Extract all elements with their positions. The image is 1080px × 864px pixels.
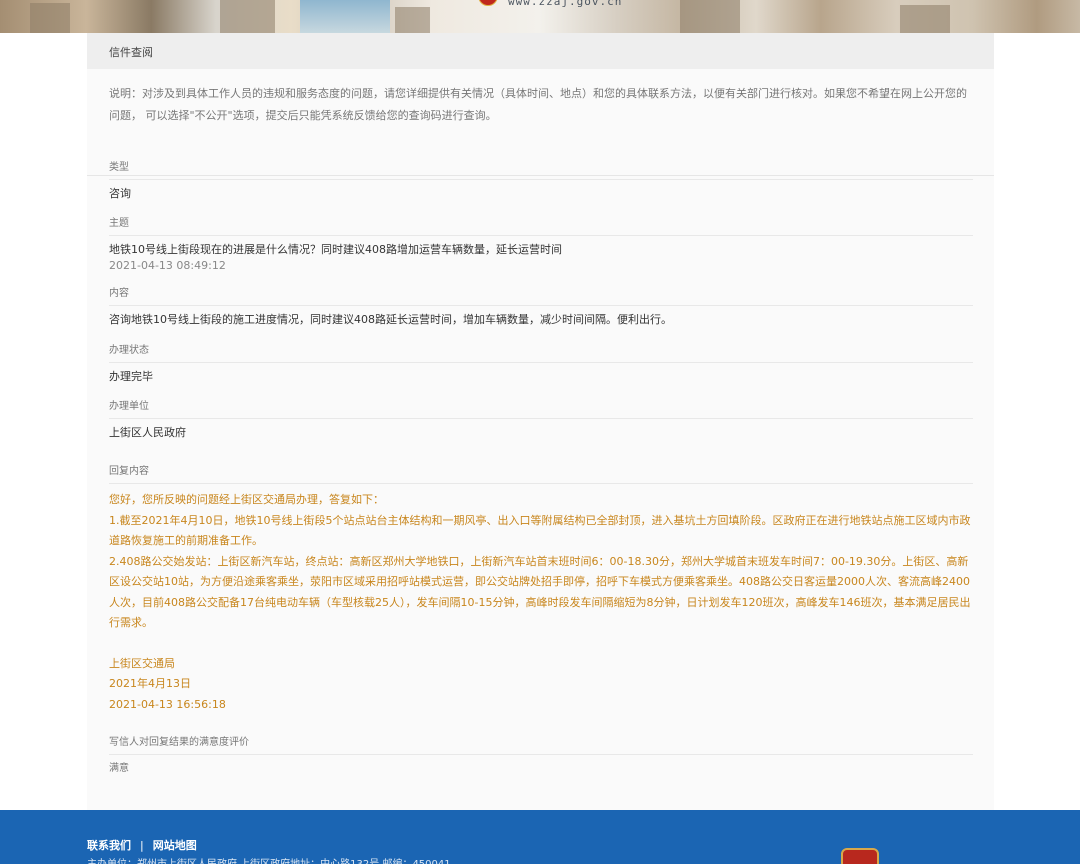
banner-building	[220, 0, 275, 33]
banner-building	[30, 3, 70, 33]
banner-building	[680, 0, 740, 33]
field-status-value: 办理完毕	[109, 370, 153, 383]
reply-line: 2.408路公交始发站：上街区新汽车站，终点站：高新区郑州大学地铁口，上街新汽车…	[109, 554, 971, 630]
banner-building	[395, 7, 430, 33]
reply-content: 您好，您所反映的问题经上街区交通局办理，答复如下： 1.截至2021年4月10日…	[109, 484, 973, 715]
contact-link[interactable]: 联系我们	[87, 839, 131, 852]
reply-sign-date: 2021年4月13日	[109, 677, 191, 690]
reply-timestamp: 2021-04-13 16:56:18	[109, 697, 226, 711]
field-status: 办理状态 办理完毕	[109, 341, 973, 385]
field-reply: 回复内容 您好，您所反映的问题经上街区交通局办理，答复如下： 1.截至2021年…	[109, 462, 973, 715]
reply-line: 您好，您所反映的问题经上街区交通局办理，答复如下：	[109, 493, 384, 506]
footer: 联系我们 | 网站地图 主办单位：郑州市上街区人民政府 上街区政府地址：中心路132…	[0, 810, 1080, 864]
field-type-label: 类型	[109, 158, 973, 180]
field-status-label: 办理状态	[109, 341, 973, 363]
panel-title: 信件查阅	[87, 33, 994, 69]
field-unit-value: 上街区人民政府	[109, 426, 186, 439]
field-content-label: 内容	[109, 284, 973, 306]
footer-separator: |	[140, 839, 144, 852]
field-type-value: 咨询	[109, 187, 131, 200]
field-subject-value: 地铁10号线上街段现在的进展是什么情况？同时建议408路增加运营车辆数量，延长运…	[109, 243, 562, 256]
emblem-icon	[478, 0, 498, 6]
field-content: 内容 咨询地铁10号线上街段的施工进度情况，同时建议408路延长运营时间，增加车…	[109, 284, 973, 328]
field-unit-label: 办理单位	[109, 397, 973, 419]
banner-url: www.zzaj.gov.cn	[508, 0, 623, 8]
field-content-value: 咨询地铁10号线上街段的施工进度情况，同时建议408路延长运营时间，增加车辆数量…	[109, 313, 672, 326]
reply-line: 1.截至2021年4月10日，地铁10号线上街段5个站点站台主体结构和一期风亭、…	[109, 513, 971, 548]
letter-panel: 信件查阅 说明：对涉及到具体工作人员的违规和服务态度的问题，请您详细提供有关情况…	[87, 33, 994, 810]
top-banner: www.zzaj.gov.cn	[0, 0, 1080, 33]
field-subject: 主题 地铁10号线上街段现在的进展是什么情况？同时建议408路增加运营车辆数量，…	[109, 214, 973, 274]
banner-sky	[300, 0, 390, 33]
footer-host-info: 主办单位：郑州市上街区人民政府 上街区政府地址：中心路132号 邮编：45004…	[87, 855, 451, 864]
sitemap-link[interactable]: 网站地图	[153, 839, 197, 852]
field-subject-label: 主题	[109, 214, 973, 236]
field-unit: 办理单位 上街区人民政府	[109, 397, 973, 441]
field-satisfaction-label: 写信人对回复结果的满意度评价	[109, 733, 973, 755]
field-satisfaction-value: 满意	[109, 763, 129, 774]
field-reply-label: 回复内容	[109, 462, 973, 484]
field-subject-date: 2021-04-13 08:49:12	[109, 259, 226, 272]
reply-signature: 上街区交通局	[109, 656, 175, 670]
field-type: 类型 咨询	[109, 158, 973, 202]
banner-building	[900, 5, 950, 33]
government-badge-icon[interactable]	[841, 848, 879, 864]
field-satisfaction: 写信人对回复结果的满意度评价 满意	[109, 733, 973, 777]
footer-links: 联系我们 | 网站地图	[87, 837, 197, 853]
